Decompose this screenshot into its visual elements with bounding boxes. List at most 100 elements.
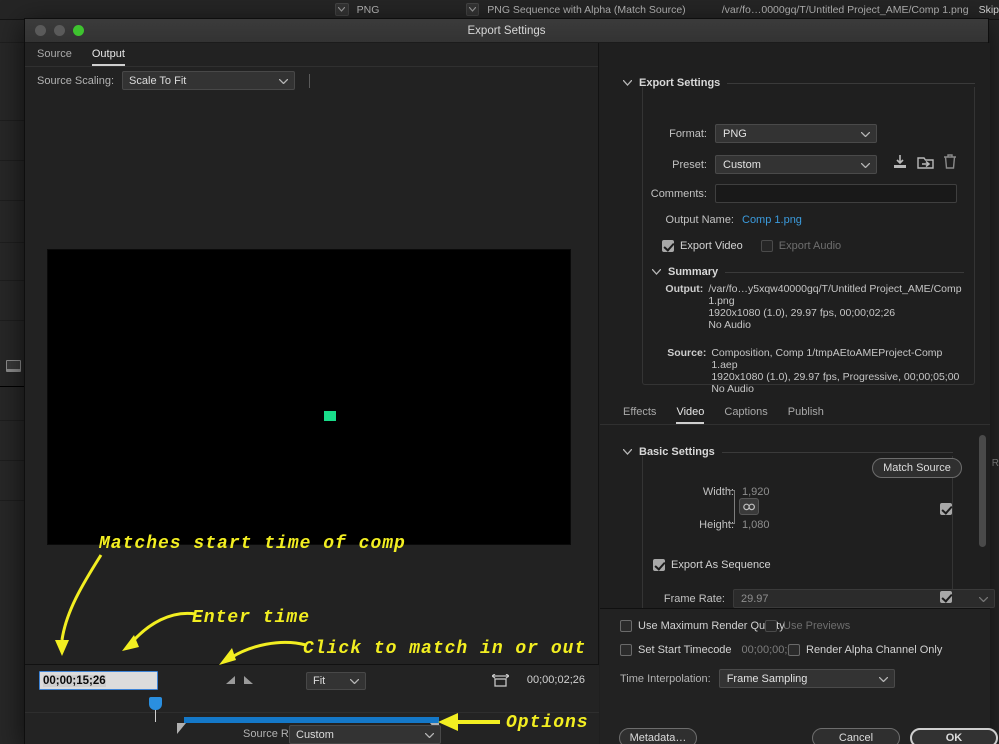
summary-source-key: Source: (662, 347, 706, 395)
monitor-icon (6, 360, 21, 372)
frame-rate-match-checkbox[interactable] (940, 591, 952, 603)
preview-green-shape (324, 411, 336, 421)
zoom-level-dropdown[interactable]: Fit (306, 672, 366, 690)
cancel-button[interactable]: Cancel (812, 728, 900, 744)
preset-value: Custom (723, 159, 761, 171)
comments-input[interactable] (715, 184, 957, 203)
time-interpolation-dropdown[interactable]: Frame Sampling (719, 669, 895, 688)
export-video-checkbox[interactable] (662, 240, 674, 252)
current-timecode-input[interactable]: 00;00;15;26 (39, 671, 158, 690)
background-left-rail (0, 20, 26, 744)
duration-timecode[interactable]: 00;00;02;26 (527, 674, 585, 686)
use-max-render-quality-row[interactable]: Use Maximum Render Quality (620, 620, 785, 632)
metadata-label: Metadata… (630, 732, 687, 744)
ok-button[interactable]: OK (910, 728, 998, 744)
use-previews-row: Use Previews (765, 620, 850, 632)
source-range-dropdown[interactable]: Custom (289, 725, 441, 744)
chevron-down-icon (425, 729, 434, 741)
width-value[interactable]: 1,920 (742, 486, 770, 498)
queue-output-path[interactable]: /var/fo…0000gq/T/Untitled Project_AME/Co… (722, 4, 969, 16)
tab-output[interactable]: Output (92, 48, 125, 66)
format-row: Format: PNG (642, 124, 877, 143)
export-as-sequence-checkbox[interactable] (653, 559, 665, 571)
queue-preset-value: PNG Sequence with Alpha (Match Source) (487, 4, 685, 16)
set-start-timecode-row[interactable]: Set Start Timecode 00;00;00;00 (620, 644, 800, 656)
source-range-value: Custom (296, 729, 334, 741)
export-as-sequence-row[interactable]: Export As Sequence (653, 559, 771, 571)
section-rule (725, 272, 964, 273)
time-interpolation-label: Time Interpolation: (620, 673, 711, 685)
summary-section-header[interactable]: Summary (652, 266, 964, 278)
preset-row: Preset: Custom (642, 154, 957, 175)
summary-source-line: No Audio (711, 383, 962, 395)
tab-video[interactable]: Video (676, 406, 704, 424)
tab-captions[interactable]: Captions (724, 406, 767, 424)
width-height-match-checkbox[interactable] (940, 503, 952, 515)
link-aspect-ratio-button[interactable] (739, 498, 759, 515)
work-area-range-bar[interactable] (184, 717, 439, 723)
chevron-down-icon (979, 593, 988, 605)
match-source-button[interactable]: Match Source (872, 458, 962, 478)
summary-output-line: /var/fo…y5xqw40000gq/T/Untitled Project_… (708, 283, 962, 307)
format-dropdown[interactable]: PNG (715, 124, 877, 143)
summary-output-key: Output: (662, 283, 703, 331)
render-options-panel: Use Maximum Render Quality Use Previews … (600, 608, 990, 744)
comments-row: Comments: (642, 184, 957, 203)
settings-tabs: Effects Video Captions Publish (600, 401, 990, 425)
export-settings-dialog: Export Settings Source Output Source Sca… (24, 18, 989, 744)
settings-scrollbar[interactable] (979, 435, 986, 547)
save-preset-icon[interactable] (892, 154, 908, 175)
time-interpolation-row: Time Interpolation: Frame Sampling (620, 669, 895, 688)
video-preview-canvas[interactable] (47, 249, 571, 545)
source-scaling-dropdown[interactable]: Scale To Fit (122, 71, 295, 90)
queue-format-dropdown[interactable] (335, 3, 349, 16)
queue-skip-label[interactable]: Skip (979, 4, 999, 16)
tab-effects[interactable]: Effects (623, 406, 656, 424)
summary-section-title: Summary (668, 266, 718, 278)
export-video-checkbox-row[interactable]: Export Video (662, 240, 743, 252)
set-out-point-button[interactable] (244, 676, 253, 684)
tab-source[interactable]: Source (37, 48, 72, 66)
set-in-point-button[interactable] (226, 676, 235, 684)
chevron-down-icon[interactable] (623, 446, 632, 458)
aspect-link-bracket (728, 490, 735, 524)
fit-to-range-icon[interactable] (492, 674, 509, 695)
width-row: Width: 1,920 (642, 486, 770, 498)
use-max-render-quality-checkbox[interactable] (620, 620, 632, 632)
preset-label: Preset: (642, 159, 707, 171)
render-alpha-only-checkbox[interactable] (788, 644, 800, 656)
playhead-handle[interactable] (149, 697, 162, 722)
export-as-sequence-label: Export As Sequence (671, 559, 771, 571)
chevron-down-icon[interactable] (623, 77, 632, 89)
use-previews-checkbox (765, 620, 777, 632)
tab-publish[interactable]: Publish (788, 406, 824, 424)
cancel-label: Cancel (839, 732, 873, 744)
use-max-render-quality-label: Use Maximum Render Quality (638, 620, 785, 632)
chevron-down-icon (879, 673, 888, 685)
chevron-down-icon (279, 75, 288, 87)
set-start-timecode-checkbox[interactable] (620, 644, 632, 656)
width-label: Width: (642, 486, 734, 498)
text-cursor (309, 74, 310, 88)
format-value: PNG (723, 128, 747, 140)
chevron-down-icon (350, 675, 359, 687)
delete-preset-icon[interactable] (943, 154, 957, 175)
dialog-titlebar[interactable]: Export Settings (25, 19, 988, 43)
frame-rate-dropdown[interactable]: 29.97 (733, 589, 995, 608)
chevron-down-icon[interactable] (652, 266, 661, 278)
height-row: Height: 1,080 (642, 519, 770, 531)
current-timecode-value: 00;00;15;26 (43, 675, 106, 687)
output-name-link[interactable]: Comp 1.png (742, 214, 802, 226)
import-preset-icon[interactable] (917, 154, 934, 175)
format-label: Format: (642, 128, 707, 140)
height-value[interactable]: 1,080 (742, 519, 770, 531)
queue-preset-dropdown[interactable] (466, 3, 480, 16)
preset-dropdown[interactable]: Custom (715, 155, 877, 174)
background-right-label: R (992, 458, 999, 469)
frame-rate-value: 29.97 (741, 593, 769, 605)
render-alpha-only-row[interactable]: Render Alpha Channel Only (788, 644, 942, 656)
metadata-button[interactable]: Metadata… (619, 728, 697, 744)
set-start-timecode-label: Set Start Timecode (638, 644, 732, 656)
chevron-down-icon (861, 128, 870, 140)
output-name-label: Output Name: (642, 214, 734, 226)
